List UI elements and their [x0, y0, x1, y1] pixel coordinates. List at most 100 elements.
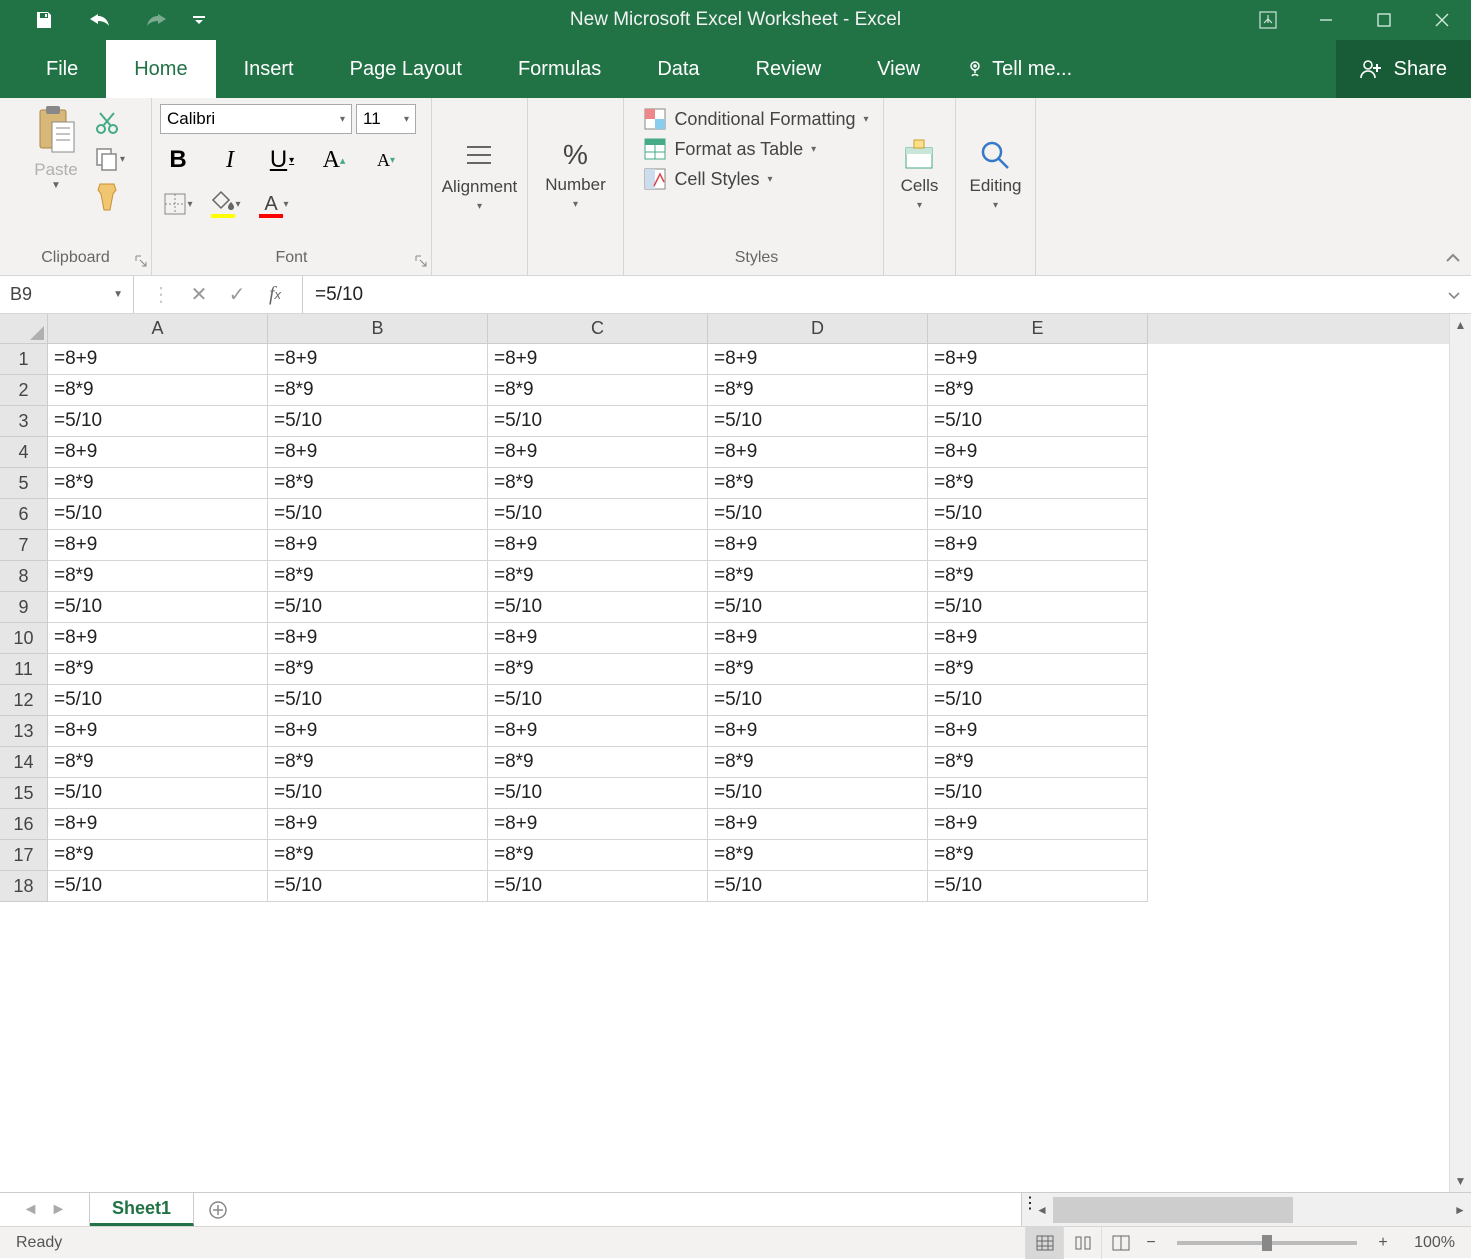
- row-header-5[interactable]: 5: [0, 468, 48, 499]
- row-header-12[interactable]: 12: [0, 685, 48, 716]
- cell-B8[interactable]: =8*9: [268, 561, 488, 592]
- cell-B7[interactable]: =8+9: [268, 530, 488, 561]
- cell-C18[interactable]: =5/10: [488, 871, 708, 902]
- cell-D9[interactable]: =5/10: [708, 592, 928, 623]
- cell-C10[interactable]: =8+9: [488, 623, 708, 654]
- cell-B6[interactable]: =5/10: [268, 499, 488, 530]
- cell-E9[interactable]: =5/10: [928, 592, 1148, 623]
- number-button[interactable]: % Number ▾: [545, 104, 605, 245]
- redo-button[interactable]: [128, 0, 184, 40]
- format-as-table-button[interactable]: Format as Table ▾: [644, 138, 816, 160]
- cell-B18[interactable]: =5/10: [268, 871, 488, 902]
- scroll-track[interactable]: [1450, 336, 1471, 1170]
- add-sheet-button[interactable]: [194, 1193, 242, 1226]
- cell-A2[interactable]: =8*9: [48, 375, 268, 406]
- horizontal-scrollbar[interactable]: ◄ ►: [1031, 1193, 1471, 1226]
- cell-B2[interactable]: =8*9: [268, 375, 488, 406]
- view-normal-button[interactable]: [1025, 1227, 1063, 1259]
- cell-E11[interactable]: =8*9: [928, 654, 1148, 685]
- cell-D18[interactable]: =5/10: [708, 871, 928, 902]
- col-header-B[interactable]: B: [268, 314, 488, 344]
- cell-E4[interactable]: =8+9: [928, 437, 1148, 468]
- cell-D11[interactable]: =8*9: [708, 654, 928, 685]
- cell-B1[interactable]: =8+9: [268, 344, 488, 375]
- row-header-14[interactable]: 14: [0, 747, 48, 778]
- cell-E3[interactable]: =5/10: [928, 406, 1148, 437]
- cell-B9[interactable]: =5/10: [268, 592, 488, 623]
- cell-E18[interactable]: =5/10: [928, 871, 1148, 902]
- row-header-17[interactable]: 17: [0, 840, 48, 871]
- font-size-selector[interactable]: 11▾: [356, 104, 416, 134]
- cell-D10[interactable]: =8+9: [708, 623, 928, 654]
- col-header-C[interactable]: C: [488, 314, 708, 344]
- tab-data[interactable]: Data: [629, 40, 727, 98]
- tab-tell-me[interactable]: Tell me...: [948, 40, 1090, 98]
- tab-review[interactable]: Review: [728, 40, 850, 98]
- hscroll-track[interactable]: [1053, 1193, 1449, 1226]
- cell-E17[interactable]: =8*9: [928, 840, 1148, 871]
- next-sheet-icon[interactable]: ►: [51, 1201, 67, 1219]
- tab-insert[interactable]: Insert: [216, 40, 322, 98]
- cell-A14[interactable]: =8*9: [48, 747, 268, 778]
- format-painter-button[interactable]: [92, 180, 127, 214]
- cell-C12[interactable]: =5/10: [488, 685, 708, 716]
- cell-C5[interactable]: =8*9: [488, 468, 708, 499]
- shrink-font-button[interactable]: A▾: [368, 142, 404, 178]
- scroll-right-button[interactable]: ►: [1449, 1193, 1471, 1226]
- col-header-D[interactable]: D: [708, 314, 928, 344]
- tab-home[interactable]: Home: [106, 40, 215, 98]
- underline-button[interactable]: U▾: [264, 142, 300, 178]
- cell-D5[interactable]: =8*9: [708, 468, 928, 499]
- cell-A13[interactable]: =8+9: [48, 716, 268, 747]
- cell-C15[interactable]: =5/10: [488, 778, 708, 809]
- cell-C2[interactable]: =8*9: [488, 375, 708, 406]
- cell-C13[interactable]: =8+9: [488, 716, 708, 747]
- zoom-thumb[interactable]: [1262, 1235, 1272, 1251]
- cell-D3[interactable]: =5/10: [708, 406, 928, 437]
- row-header-3[interactable]: 3: [0, 406, 48, 437]
- grow-font-button[interactable]: A▴: [316, 142, 352, 178]
- cell-C7[interactable]: =8+9: [488, 530, 708, 561]
- share-button[interactable]: Share: [1336, 40, 1471, 98]
- minimize-button[interactable]: [1297, 0, 1355, 40]
- enter-formula-button[interactable]: ✓: [218, 276, 256, 313]
- view-page-layout-button[interactable]: [1063, 1227, 1101, 1259]
- cell-B13[interactable]: =8+9: [268, 716, 488, 747]
- tab-split-handle[interactable]: ⋮: [1021, 1193, 1031, 1226]
- sheet-tab-sheet1[interactable]: Sheet1: [90, 1193, 194, 1226]
- row-header-11[interactable]: 11: [0, 654, 48, 685]
- editing-button[interactable]: Editing ▾: [970, 104, 1022, 245]
- cell-B10[interactable]: =8+9: [268, 623, 488, 654]
- cell-B4[interactable]: =8+9: [268, 437, 488, 468]
- cell-A15[interactable]: =5/10: [48, 778, 268, 809]
- vertical-scrollbar[interactable]: ▲ ▼: [1449, 314, 1471, 1192]
- cell-A4[interactable]: =8+9: [48, 437, 268, 468]
- cell-C4[interactable]: =8+9: [488, 437, 708, 468]
- zoom-out-button[interactable]: −: [1139, 1234, 1163, 1252]
- cell-A3[interactable]: =5/10: [48, 406, 268, 437]
- tab-view[interactable]: View: [849, 40, 948, 98]
- italic-button[interactable]: I: [212, 142, 248, 178]
- cell-C11[interactable]: =8*9: [488, 654, 708, 685]
- undo-button[interactable]: [72, 0, 128, 40]
- cell-B16[interactable]: =8+9: [268, 809, 488, 840]
- maximize-button[interactable]: [1355, 0, 1413, 40]
- cell-A9[interactable]: =5/10: [48, 592, 268, 623]
- cell-C8[interactable]: =8*9: [488, 561, 708, 592]
- cell-A7[interactable]: =8+9: [48, 530, 268, 561]
- cell-C1[interactable]: =8+9: [488, 344, 708, 375]
- cell-B11[interactable]: =8*9: [268, 654, 488, 685]
- cell-E15[interactable]: =5/10: [928, 778, 1148, 809]
- tab-page-layout[interactable]: Page Layout: [322, 40, 490, 98]
- zoom-in-button[interactable]: +: [1371, 1234, 1395, 1252]
- cell-A6[interactable]: =5/10: [48, 499, 268, 530]
- cells-button[interactable]: Cells ▾: [901, 104, 939, 245]
- cell-C14[interactable]: =8*9: [488, 747, 708, 778]
- expand-formula-bar-button[interactable]: [1437, 276, 1471, 313]
- formula-input[interactable]: =5/10: [303, 276, 1437, 313]
- cell-A5[interactable]: =8*9: [48, 468, 268, 499]
- cell-E10[interactable]: =8+9: [928, 623, 1148, 654]
- cell-B5[interactable]: =8*9: [268, 468, 488, 499]
- cell-E6[interactable]: =5/10: [928, 499, 1148, 530]
- select-all-button[interactable]: [0, 314, 48, 344]
